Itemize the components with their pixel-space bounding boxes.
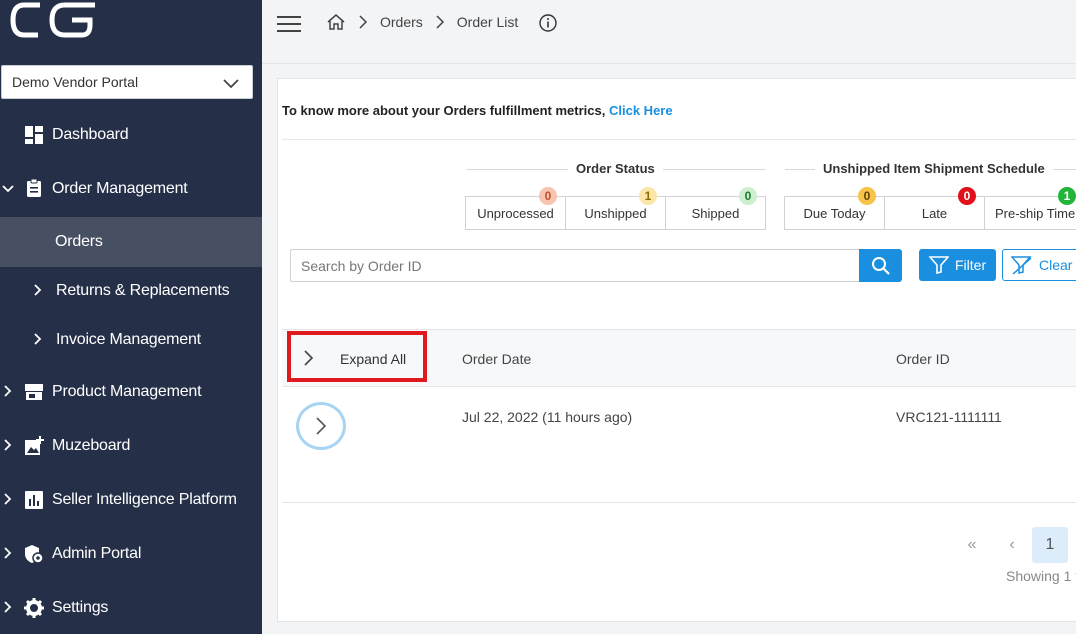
count-badge: 1 <box>639 187 657 205</box>
sidebar-item-label: Invoice Management <box>56 331 201 348</box>
count-badge: 0 <box>539 187 557 205</box>
sidebar-item-invoice-management[interactable]: Invoice Management <box>0 315 262 365</box>
sidebar: Demo Vendor Portal Dashboard Order Manag… <box>0 0 262 634</box>
sidebar-item-label: Admin Portal <box>52 545 142 562</box>
gear-icon <box>24 598 44 618</box>
count-badge: 0 <box>958 187 976 205</box>
orders-card: To know more about your Orders fulfillme… <box>277 78 1076 622</box>
add-image-icon <box>25 436 44 455</box>
order-date-cell: Jul 22, 2022 (11 hours ago) <box>462 409 633 425</box>
sidebar-item-returns-replacements[interactable]: Returns & Replacements <box>0 266 262 316</box>
order-status-title: Order Status <box>568 161 663 176</box>
vendor-portal-select[interactable]: Demo Vendor Portal <box>1 65 253 99</box>
search-button[interactable] <box>859 249 902 282</box>
column-header-order-id[interactable]: Order ID <box>896 351 950 367</box>
chevron-right-icon <box>4 439 12 451</box>
sidebar-item-seller-intelligence[interactable]: Seller Intelligence Platform <box>0 475 262 525</box>
breadcrumb: Orders Order List <box>326 12 518 32</box>
search-placeholder: Search by Order ID <box>301 257 422 274</box>
sidebar-item-dashboard[interactable]: Dashboard <box>0 110 262 160</box>
status-label: Due Today <box>803 205 866 221</box>
count-badge: 1 <box>1058 187 1076 205</box>
home-icon[interactable] <box>326 12 346 32</box>
chevron-right-icon <box>436 15 444 29</box>
chevron-right-icon <box>34 284 42 296</box>
hamburger-menu-icon[interactable] <box>277 13 301 35</box>
sidebar-item-order-management[interactable]: Order Management <box>0 164 262 214</box>
chevron-right-icon <box>4 493 12 505</box>
clear-filters-button[interactable]: Clear <box>1002 249 1076 281</box>
breadcrumb-orders[interactable]: Orders <box>380 14 423 30</box>
chevron-down-icon <box>223 79 239 89</box>
breadcrumb-order-list: Order List <box>456 14 519 30</box>
filter-label: Filter <box>955 257 987 273</box>
admin-shield-icon <box>25 545 44 564</box>
sidebar-item-orders[interactable]: Orders <box>0 217 262 267</box>
clipboard-icon <box>27 178 41 197</box>
sidebar-item-label: Order Management <box>52 180 188 197</box>
sidebar-item-label: Muzeboard <box>52 437 131 454</box>
expand-all-button[interactable]: Expand All <box>287 331 427 382</box>
table-header: Expand All Order Date Order ID <box>282 329 1076 387</box>
status-label: Unprocessed <box>477 205 554 221</box>
chevron-right-icon <box>34 333 42 345</box>
chevron-right-icon <box>304 350 314 366</box>
sidebar-item-label: Seller Intelligence Platform <box>52 491 237 508</box>
sidebar-item-product-management[interactable]: Product Management <box>0 367 262 417</box>
sidebar-item-label: Product Management <box>52 383 202 400</box>
divider <box>282 139 1076 140</box>
status-label: Late <box>921 205 948 221</box>
first-page-button[interactable]: « <box>954 527 990 563</box>
count-badge: 0 <box>739 187 757 205</box>
current-page-button[interactable]: 1 <box>1032 527 1068 563</box>
vendor-portal-value: Demo Vendor Portal <box>12 74 139 90</box>
sidebar-item-label: Settings <box>52 599 109 616</box>
metrics-text: To know more about your Orders fulfillme… <box>282 103 606 118</box>
chevron-right-icon <box>4 601 12 613</box>
status-label: Pre-ship Time <box>995 205 1076 221</box>
chevron-right-icon <box>359 15 368 29</box>
info-icon[interactable] <box>538 13 558 33</box>
top-bar: Orders Order List <box>262 0 1076 64</box>
status-label: Shipped <box>691 205 740 221</box>
dashboard-icon <box>25 126 43 144</box>
prev-page-button[interactable]: ‹ <box>994 527 1030 563</box>
cg-logo <box>10 2 95 38</box>
metrics-link[interactable]: Click Here <box>609 103 673 118</box>
sidebar-item-muzeboard[interactable]: Muzeboard <box>0 421 262 471</box>
sidebar-item-label: Orders <box>55 233 103 250</box>
expand-all-label: Expand All <box>340 351 407 367</box>
sidebar-item-label: Returns & Replacements <box>56 282 230 299</box>
store-icon <box>25 384 43 400</box>
order-id-search-input[interactable]: Search by Order ID <box>290 249 860 282</box>
status-label: Unshipped <box>584 205 647 221</box>
clear-label: Clear <box>1039 257 1073 273</box>
column-header-order-date[interactable]: Order Date <box>462 351 531 367</box>
row-expand-button[interactable] <box>296 402 346 450</box>
sidebar-item-label: Dashboard <box>52 126 129 143</box>
chevron-right-icon <box>4 385 12 397</box>
table-row: Jul 22, 2022 (11 hours ago) VRC121-11111… <box>282 387 1076 503</box>
search-icon <box>871 256 890 275</box>
shipment-schedule-title: Unshipped Item Shipment Schedule <box>815 161 1053 176</box>
sidebar-item-admin-portal[interactable]: Admin Portal <box>0 529 262 579</box>
clear-filter-icon <box>1011 256 1032 275</box>
bar-chart-icon <box>25 491 43 509</box>
filter-button[interactable]: Filter <box>919 249 996 281</box>
count-badge: 0 <box>858 187 876 205</box>
filter-icon <box>929 256 949 274</box>
metrics-message: To know more about your Orders fulfillme… <box>282 103 673 118</box>
chevron-right-icon <box>4 547 12 559</box>
sidebar-item-settings[interactable]: Settings <box>0 583 262 633</box>
pagination-summary: Showing 1 t <box>1006 568 1076 584</box>
chevron-down-icon <box>2 185 14 193</box>
chevron-right-icon <box>316 417 327 435</box>
order-id-cell[interactable]: VRC121-1111111 <box>896 409 1002 425</box>
